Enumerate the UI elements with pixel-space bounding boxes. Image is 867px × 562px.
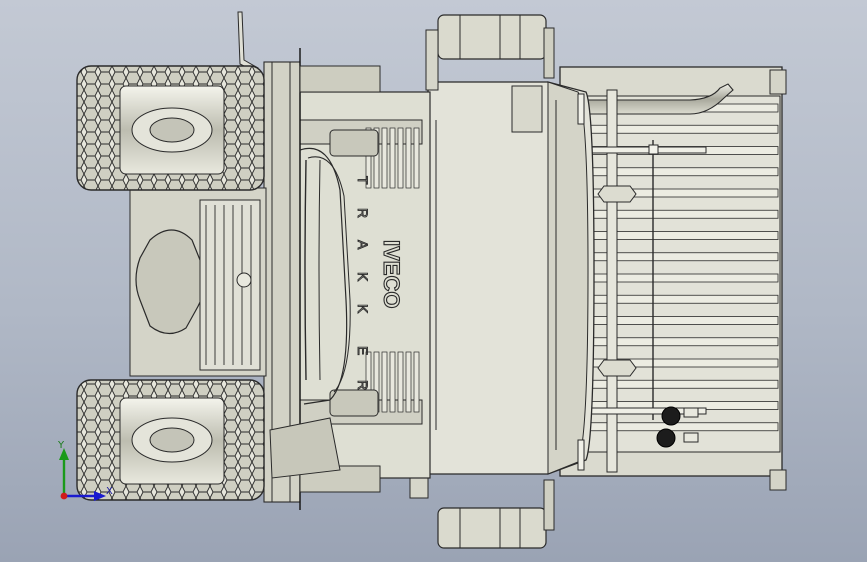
svg-text:E: E [355, 346, 371, 355]
svg-text:R: R [355, 208, 371, 218]
front-axle[interactable] [129, 187, 267, 377]
grille-slat [405, 351, 412, 413]
grille-slat [389, 351, 396, 413]
grille-slat [405, 127, 412, 189]
grille-slat [397, 127, 404, 189]
cab[interactable] [427, 81, 595, 475]
control-knob-lower [656, 428, 676, 448]
grille-slat [397, 351, 404, 413]
grille-slat [389, 127, 396, 189]
cad-graphics-viewport[interactable]: T R A K K E R IVECO Y X [0, 0, 867, 562]
svg-text:K: K [355, 272, 371, 282]
brand-logo: IVECO [379, 240, 404, 308]
x-axis-label: X [106, 486, 113, 497]
front-left-tire[interactable] [76, 65, 265, 191]
grille-slat [413, 127, 420, 189]
coordinate-triad: Y X [57, 440, 113, 501]
grille-slat [381, 127, 388, 189]
origin-dot [60, 492, 68, 500]
svg-text:T: T [355, 176, 371, 185]
y-axis-label: Y [57, 440, 65, 451]
svg-text:K: K [355, 304, 371, 314]
svg-text:A: A [355, 240, 371, 250]
control-knob-upper [661, 406, 681, 426]
truck-top-view-model[interactable]: T R A K K E R IVECO [0, 0, 867, 562]
svg-text:R: R [355, 380, 371, 390]
grille-slat [413, 351, 420, 413]
grille-slat [381, 351, 388, 413]
